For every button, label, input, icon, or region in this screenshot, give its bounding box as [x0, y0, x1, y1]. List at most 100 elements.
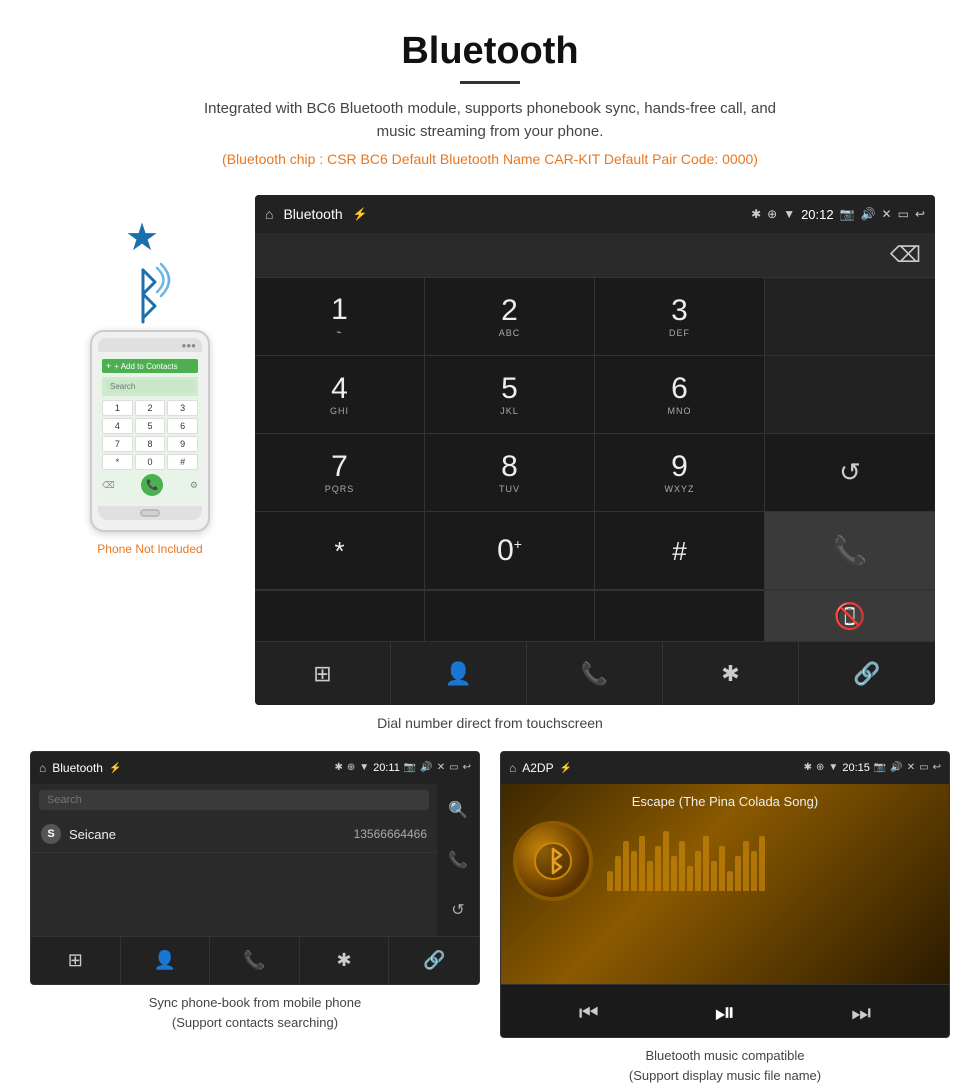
music-album-art	[513, 821, 593, 901]
music-bar	[655, 846, 661, 891]
pb-cam-icon[interactable]: 📷	[404, 762, 416, 774]
key-5[interactable]: 5 JKL	[425, 356, 595, 434]
volume-icon[interactable]: 🔊	[861, 207, 876, 221]
camera-icon[interactable]: 📷	[840, 207, 855, 221]
phone-key-star[interactable]: *	[102, 454, 133, 470]
key-hangup[interactable]: 📵	[765, 591, 935, 641]
phonebook-call-icon[interactable]: 📞	[448, 850, 468, 870]
mu-x-icon[interactable]: ✕	[907, 762, 915, 774]
pb-toolbar-dialpad[interactable]: ⊞	[31, 937, 121, 984]
key-7[interactable]: 7 PQRS	[255, 434, 425, 512]
pb-x-icon[interactable]: ✕	[437, 762, 445, 774]
pb-toolbar-link[interactable]: 🔗	[389, 937, 479, 984]
key-3[interactable]: 3 DEF	[595, 278, 765, 356]
close-icon[interactable]: ✕	[882, 207, 892, 221]
mu-loc-icon: ⊕	[816, 762, 824, 774]
home-icon[interactable]: ⌂	[265, 206, 273, 222]
page-specs: (Bluetooth chip : CSR BC6 Default Blueto…	[20, 151, 960, 167]
key-call[interactable]: 📞	[765, 512, 935, 590]
music-bar	[631, 851, 637, 891]
phone-key-7[interactable]: 7	[102, 436, 133, 452]
key-0[interactable]: 0+	[425, 512, 595, 590]
phonebook-caption: Sync phone-book from mobile phone(Suppor…	[149, 993, 361, 1032]
dial-display: ⌫	[255, 233, 935, 277]
phone-home-button[interactable]	[140, 509, 160, 517]
toolbar-dialpad-btn[interactable]: ⊞	[255, 642, 391, 705]
phone-home-button-area	[98, 506, 202, 520]
pb-win-icon[interactable]: ▭	[449, 762, 458, 774]
phonebook-content: S Seicane 13566664466 🔍 📞 ↺	[31, 784, 479, 936]
music-prev-button[interactable]: ⏮	[579, 1000, 599, 1026]
location-icon: ⊕	[767, 207, 777, 221]
dialpad-caption: Dial number direct from touchscreen	[0, 715, 980, 731]
hangup-icon: 📵	[834, 601, 866, 632]
phonebook-refresh-icon[interactable]: ↺	[451, 900, 464, 920]
phone-screen-header: + + Add to Contacts	[102, 359, 198, 373]
window-icon[interactable]: ▭	[898, 207, 909, 221]
toolbar-bluetooth-btn[interactable]: ✱	[663, 642, 799, 705]
phone-search-input[interactable]	[106, 380, 194, 393]
key-9[interactable]: 9 WXYZ	[595, 434, 765, 512]
music-bar	[727, 871, 733, 891]
key-4[interactable]: 4 GHI	[255, 356, 425, 434]
music-visualizer	[607, 831, 937, 891]
toolbar-link-btn[interactable]: 🔗	[799, 642, 935, 705]
phonebook-search-icon[interactable]: 🔍	[448, 800, 468, 820]
phone-key-hash[interactable]: #	[167, 454, 198, 470]
key-1[interactable]: 1 ⌁	[255, 278, 425, 356]
phone-key-3[interactable]: 3	[167, 400, 198, 416]
music-screen: ⌂ A2DP ⚡ ✱ ⊕ ▼ 20:15 📷 🔊 ✕ ▭ ↩	[500, 751, 950, 1038]
phonebook-main: S Seicane 13566664466	[31, 784, 437, 936]
mu-vol-icon[interactable]: 🔊	[890, 762, 902, 774]
phone-key-0[interactable]: 0	[135, 454, 166, 470]
pb-loc-icon: ⊕	[347, 762, 355, 774]
mu-back-icon[interactable]: ↩	[933, 762, 941, 774]
phone-call-button[interactable]: 📞	[141, 474, 163, 496]
contact-name: Seicane	[69, 827, 346, 842]
contact-letter: S	[41, 824, 61, 844]
phone-screen: + + Add to Contacts 1 2 3 4 5 6 7 8 9 *	[98, 355, 202, 502]
phone-key-9[interactable]: 9	[167, 436, 198, 452]
pb-back-icon[interactable]: ↩	[463, 762, 471, 774]
key-hash[interactable]: #	[595, 512, 765, 590]
phone-key-2[interactable]: 2	[135, 400, 166, 416]
phone-key-8[interactable]: 8	[135, 436, 166, 452]
key-star[interactable]: *	[255, 512, 425, 590]
music-bar	[607, 871, 613, 891]
key-empty-last1	[255, 591, 425, 641]
phone-key-6[interactable]: 6	[167, 418, 198, 434]
pb-toolbar-bt[interactable]: ✱	[300, 937, 390, 984]
title-underline	[460, 81, 520, 84]
key-8[interactable]: 8 TUV	[425, 434, 595, 512]
toolbar-phone-btn[interactable]: 📞	[527, 642, 663, 705]
music-song-title: Escape (The Pina Colada Song)	[632, 794, 818, 809]
phonebook-home-icon[interactable]: ⌂	[39, 761, 46, 775]
toolbar-contacts-btn[interactable]: 👤	[391, 642, 527, 705]
phonebook-search-input[interactable]	[39, 790, 429, 810]
music-controls: ⏮ ⏯ ⏭	[501, 984, 949, 1037]
backspace-icon[interactable]: ⌫	[890, 242, 921, 268]
mu-cam-icon[interactable]: 📷	[874, 762, 886, 774]
music-screenshot-block: ⌂ A2DP ⚡ ✱ ⊕ ▼ 20:15 📷 🔊 ✕ ▭ ↩	[500, 751, 950, 1085]
music-next-button[interactable]: ⏭	[851, 1000, 871, 1026]
phone-key-1[interactable]: 1	[102, 400, 133, 416]
pb-vol-icon[interactable]: 🔊	[420, 762, 432, 774]
phone-key-4[interactable]: 4	[102, 418, 133, 434]
mu-win-icon[interactable]: ▭	[919, 762, 928, 774]
phone-key-5[interactable]: 5	[135, 418, 166, 434]
mu-sig-icon: ▼	[828, 762, 838, 774]
key-2[interactable]: 2 ABC	[425, 278, 595, 356]
key-empty-2	[765, 356, 935, 434]
phonebook-topbar-right: ✱ ⊕ ▼ 20:11 📷 🔊 ✕ ▭ ↩	[334, 762, 471, 774]
pb-toolbar-contacts[interactable]: 👤	[121, 937, 211, 984]
key-refresh[interactable]: ↺	[765, 434, 935, 512]
music-play-button[interactable]: ⏯	[715, 997, 736, 1029]
music-bar	[751, 851, 757, 891]
music-home-icon[interactable]: ⌂	[509, 761, 516, 775]
back-icon[interactable]: ↩	[915, 207, 925, 221]
music-bar	[687, 866, 693, 891]
page-subtitle: Integrated with BC6 Bluetooth module, su…	[190, 98, 790, 143]
contact-number: 13566664466	[354, 827, 427, 841]
pb-toolbar-phone[interactable]: 📞	[210, 937, 300, 984]
key-6[interactable]: 6 MNO	[595, 356, 765, 434]
